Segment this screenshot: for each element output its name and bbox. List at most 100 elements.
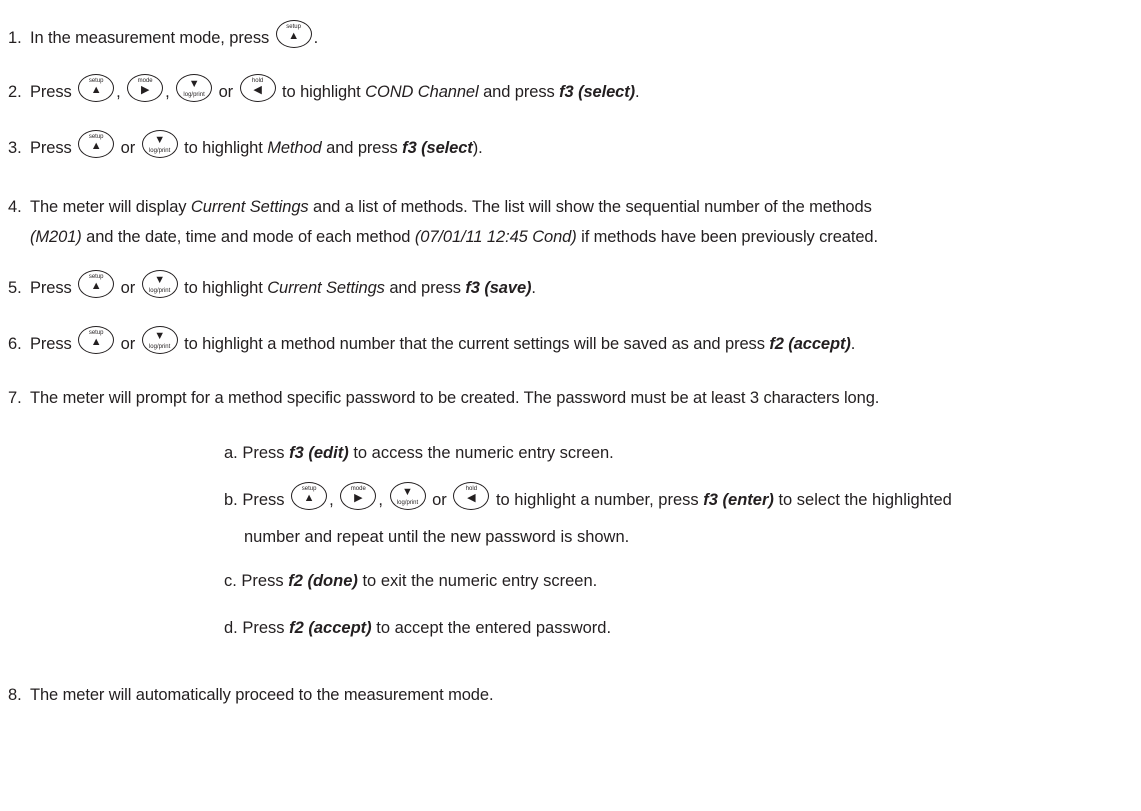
step-text: Press bbox=[30, 279, 72, 297]
key-label: log/print bbox=[183, 91, 205, 98]
setup-up-key-icon: setup ▲ bbox=[78, 325, 115, 354]
function-key-name: f3 (enter) bbox=[703, 491, 774, 509]
step-7: 7. The meter will prompt for a method spe… bbox=[8, 382, 1137, 414]
step-text: b. Press bbox=[224, 491, 285, 509]
menu-item-name: Current Settings bbox=[267, 279, 385, 297]
comma: , bbox=[165, 83, 170, 101]
step-text: Press bbox=[30, 83, 72, 101]
up-arrow-icon: ▲ bbox=[90, 83, 102, 96]
step-text: The meter will automatically proceed to … bbox=[30, 686, 494, 704]
step-text: to highlight a number, press bbox=[495, 491, 699, 509]
step-7d: d. Press f2 (accept) to accept the enter… bbox=[224, 613, 1131, 643]
comma: , bbox=[116, 83, 121, 101]
step-4: 4. The meter will display Current Setting… bbox=[8, 192, 1139, 252]
mode-right-key-icon: mode ▶ bbox=[340, 481, 377, 510]
down-arrow-icon: ▼ bbox=[154, 329, 166, 342]
step-text: to highlight bbox=[184, 279, 263, 297]
left-arrow-icon: ◀ bbox=[467, 491, 476, 504]
key-label: mode bbox=[350, 485, 366, 492]
step-number: 5. bbox=[8, 279, 22, 297]
key-label: log/print bbox=[148, 343, 171, 350]
key-label: hold bbox=[251, 77, 264, 84]
step-text: to highlight bbox=[184, 139, 263, 157]
or-text: or bbox=[120, 139, 136, 157]
step-text: and a list of methods. The list will sho… bbox=[313, 198, 872, 216]
hold-left-key-icon: hold ◀ bbox=[453, 481, 490, 510]
key-label: mode bbox=[137, 77, 153, 84]
function-key-name: f2 (done) bbox=[288, 572, 358, 590]
up-arrow-icon: ▲ bbox=[288, 29, 299, 42]
setup-up-key-icon: setup ▲ bbox=[275, 19, 312, 48]
key-label: setup bbox=[88, 273, 104, 280]
right-arrow-icon: ▶ bbox=[140, 83, 150, 96]
key-label: setup bbox=[88, 133, 104, 140]
step-text: d. Press bbox=[224, 619, 285, 637]
key-label: log/print bbox=[148, 287, 171, 294]
step-7a: a. Press f3 (edit) to access the numeric… bbox=[224, 438, 1131, 468]
step-number: 7. bbox=[8, 389, 22, 407]
step-7b: b. Press setup ▲, mode ▶, ▼ log/print or ho… bbox=[224, 481, 1131, 518]
step-number: 2. bbox=[8, 83, 22, 101]
or-text: or bbox=[120, 279, 136, 297]
function-key-name: f2 (accept) bbox=[289, 619, 372, 637]
step-text: and the date, time and mode of each meth… bbox=[86, 228, 411, 246]
step-text: The meter will prompt for a method speci… bbox=[30, 389, 880, 407]
key-label: setup bbox=[88, 329, 104, 336]
logprint-down-key-icon: ▼ log/print bbox=[141, 325, 178, 354]
down-arrow-icon: ▼ bbox=[154, 273, 166, 286]
step-text: to exit the numeric entry screen. bbox=[362, 572, 598, 590]
step-text: Press bbox=[30, 335, 72, 353]
key-label: log/print bbox=[148, 147, 171, 154]
setup-up-key-icon: setup ▲ bbox=[78, 129, 115, 158]
key-label: setup bbox=[88, 77, 104, 84]
comma: , bbox=[378, 491, 383, 509]
step-1: 1. In the measurement mode, press setup ▲. bbox=[8, 19, 1137, 54]
step-text: . bbox=[531, 279, 536, 297]
right-arrow-icon: ▶ bbox=[354, 491, 363, 504]
step-number: 8. bbox=[8, 686, 22, 704]
step-text: and press bbox=[389, 279, 461, 297]
step-number: 3. bbox=[8, 139, 22, 157]
function-key-name: f2 (accept) bbox=[769, 335, 851, 353]
or-text: or bbox=[432, 491, 447, 509]
setup-up-key-icon: setup ▲ bbox=[78, 73, 115, 102]
step-text: if methods have been previously created. bbox=[581, 228, 878, 246]
key-label: setup bbox=[301, 485, 317, 492]
step-text: a. Press bbox=[224, 444, 285, 462]
step-7c: c. Press f2 (done) to exit the numeric e… bbox=[224, 566, 1131, 596]
step-text: to highlight a method number that the cu… bbox=[184, 335, 765, 353]
key-label: hold bbox=[465, 485, 478, 492]
screen-name: Current Settings bbox=[190, 198, 309, 216]
method-number-example: (M201) bbox=[30, 228, 82, 246]
step-text: to access the numeric entry screen. bbox=[353, 444, 614, 462]
logprint-down-key-icon: ▼ log/print bbox=[141, 129, 178, 158]
comma: , bbox=[329, 491, 334, 509]
step-text: Press bbox=[30, 139, 72, 157]
hold-left-key-icon: hold ◀ bbox=[239, 73, 276, 102]
step-text: In the measurement mode, press bbox=[30, 29, 270, 47]
logprint-down-key-icon: ▼ log/print bbox=[176, 73, 213, 102]
step-text: . bbox=[850, 335, 856, 353]
step-text: and press bbox=[483, 83, 555, 101]
step-text: . bbox=[635, 83, 640, 101]
step-text: number and repeat until the new password… bbox=[244, 528, 630, 546]
function-key-name: f3 (select) bbox=[559, 83, 636, 101]
step-text: The meter will display bbox=[30, 198, 187, 216]
up-arrow-icon: ▲ bbox=[90, 335, 102, 348]
menu-item-name: Method bbox=[267, 139, 322, 157]
step-text: ). bbox=[472, 139, 483, 157]
function-key-name: f3 (edit) bbox=[289, 444, 349, 462]
mode-right-key-icon: mode ▶ bbox=[127, 73, 164, 102]
step-text: to accept the entered password. bbox=[376, 619, 612, 637]
setup-up-key-icon: setup ▲ bbox=[78, 269, 115, 298]
key-label: setup bbox=[286, 23, 301, 30]
step-3: 3. Press setup ▲ or ▼ log/print to highligh… bbox=[8, 129, 1137, 164]
step-8: 8. The meter will automatically proceed t… bbox=[8, 679, 1137, 711]
step-text: to highlight bbox=[282, 83, 361, 101]
step-number: 6. bbox=[8, 335, 22, 353]
step-text: . bbox=[313, 29, 319, 47]
down-arrow-icon: ▼ bbox=[188, 77, 200, 90]
or-text: or bbox=[120, 335, 136, 353]
step-6: 6. Press setup ▲ or ▼ log/print to highligh… bbox=[8, 325, 1137, 360]
left-arrow-icon: ◀ bbox=[253, 83, 262, 96]
